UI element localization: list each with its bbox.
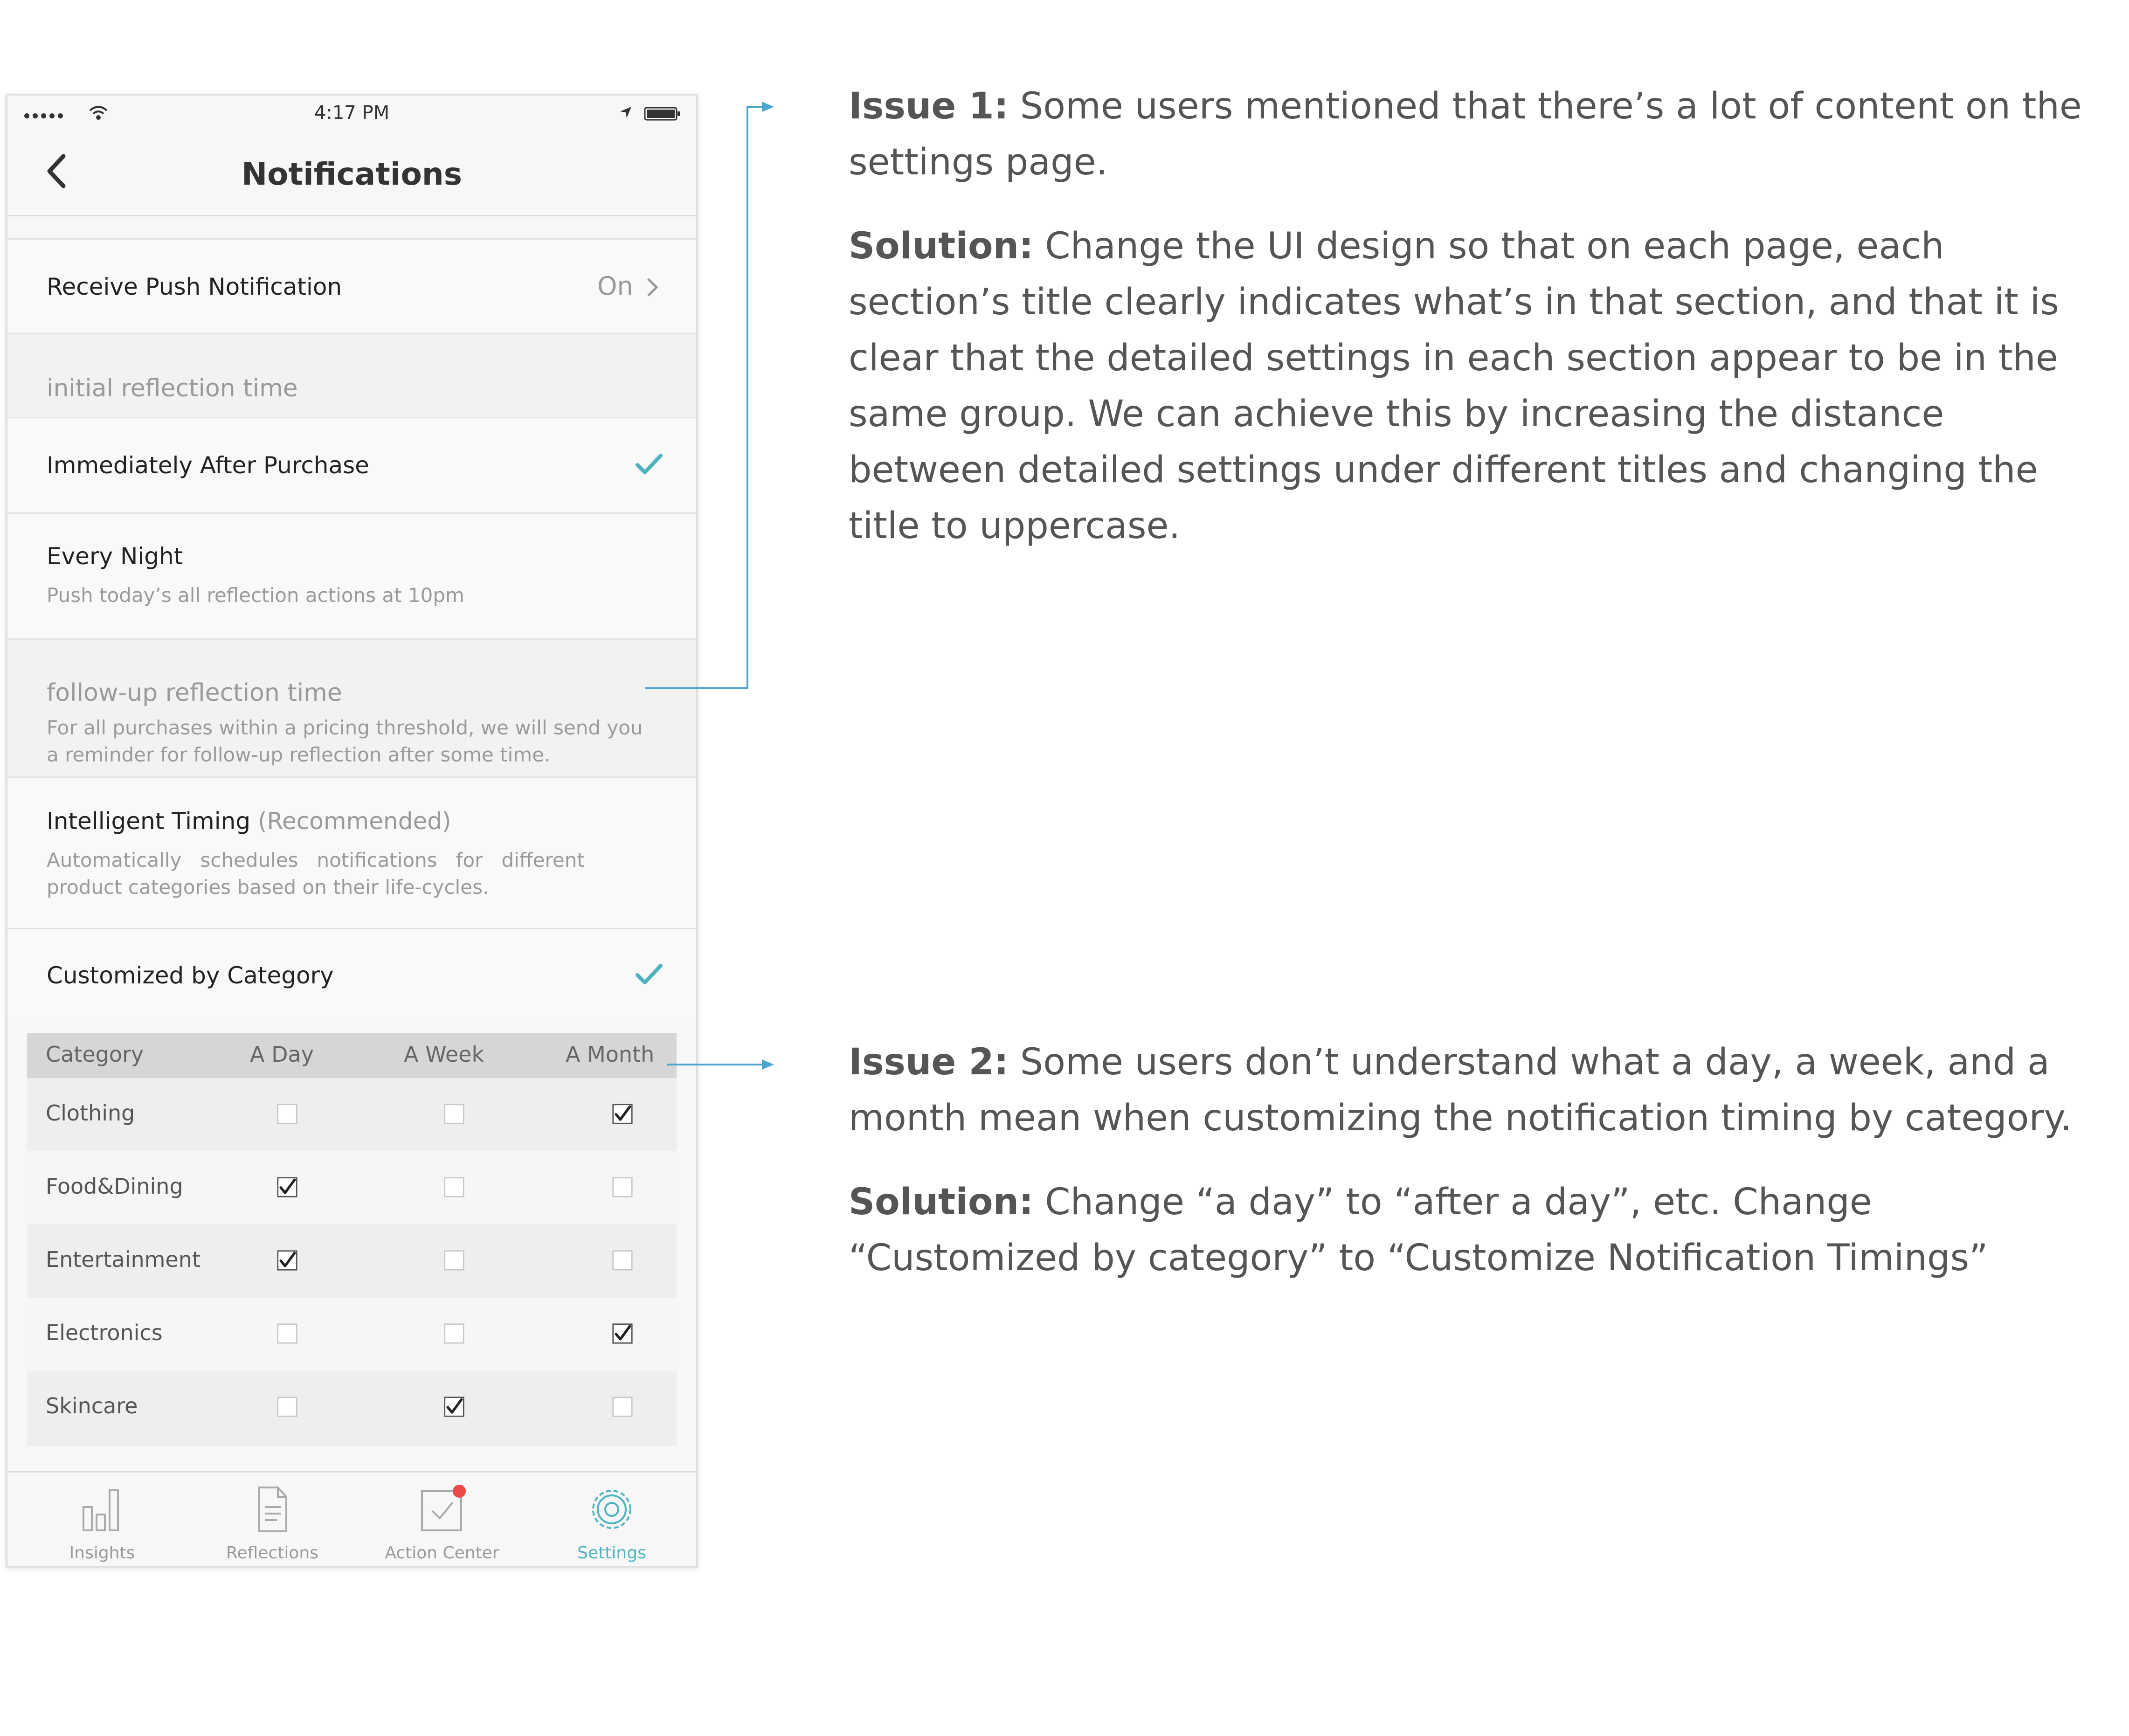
solution-2-paragraph: Solution: Change “a day” to “after a day… [849,1174,2098,1286]
solution-1-label: Solution: [849,225,1034,267]
issue-1-paragraph: Issue 1: Some users mentioned that there… [849,78,2098,190]
connector-issue-1 [645,106,765,689]
issue-2-label: Issue 2: [849,1041,1009,1083]
annotation-issue-2: Issue 2: Some users don’t understand wha… [849,1034,2098,1314]
issue-1-text: Some users mentioned that there’s a lot … [849,85,2082,183]
solution-2-label: Solution: [849,1181,1034,1223]
issue-2-text: Some users don’t understand what a day, … [849,1041,2072,1139]
issue-1-label: Issue 1: [849,85,1009,127]
annotation-issue-1: Issue 1: Some users mentioned that there… [849,78,2098,582]
solution-1-paragraph: Solution: Change the UI design so that o… [849,218,2098,554]
solution-1-text: Change the UI design so that on each pag… [849,225,2059,547]
issue-2-paragraph: Issue 2: Some users don’t understand wha… [849,1034,2098,1146]
arrow-head-issue-2 [762,1059,774,1070]
arrow-head-issue-1 [762,102,774,112]
